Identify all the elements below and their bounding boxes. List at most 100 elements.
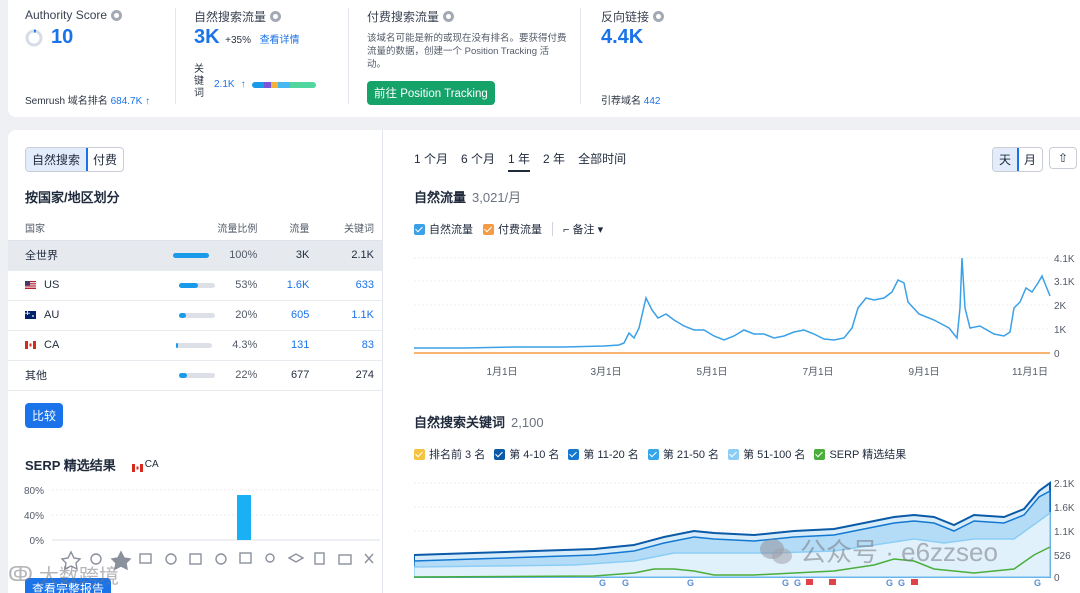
keywords-count[interactable]: 83 (362, 339, 374, 351)
svg-text:G: G (794, 578, 801, 588)
share-bar (179, 282, 216, 288)
legend-4-10[interactable]: 第 4-10 名 (494, 446, 559, 462)
organic-keywords-title: 自然搜索关键词 (414, 415, 506, 430)
legend-paid[interactable]: 付费流量 (483, 221, 542, 237)
table-row[interactable]: AU 20% 605 1.1K (8, 300, 382, 331)
keywords-legend: 排名前 3 名 第 4-10 名 第 11-20 名 第 21-50 名 第 5… (414, 446, 906, 462)
traffic-value[interactable]: 1.6K (287, 279, 310, 291)
notes-dropdown[interactable]: ⌐ 备注 ▾ (563, 221, 603, 237)
info-icon[interactable] (270, 11, 282, 22)
granularity-toggle: 天 月 (992, 147, 1044, 172)
organic-traffic-chart: 4.1K 3.1K 2K 1K 0 1月1日 3月1日 5月1日 7月1日 9月… (414, 254, 1075, 378)
share-value: 53% (235, 279, 258, 291)
organic-paid-toggle: 自然搜索 付费 (25, 147, 125, 172)
checkbox-icon (568, 448, 580, 460)
semrush-rank-value[interactable]: 684.7K (111, 96, 143, 107)
keywords-count[interactable]: 633 (356, 279, 374, 291)
main-panel: 自然搜索 付费 按国家/地区划分 国家 流量比例 流量 关键词 全世界 100% 3… (8, 130, 1080, 593)
checkbox-icon (483, 223, 494, 235)
svg-text:G: G (898, 578, 905, 588)
legend-11-20[interactable]: 第 11-20 名 (568, 446, 639, 462)
referring-domains-value[interactable]: 442 (644, 96, 661, 107)
col-keywords: 关键词 (317, 216, 382, 241)
info-icon[interactable] (443, 11, 455, 22)
view-details-link[interactable]: 查看详情 (260, 35, 300, 46)
wechat-icon (760, 538, 792, 564)
col-traffic: 流量 (265, 216, 318, 241)
geo-table: 国家 流量比例 流量 关键词 全世界 100% 3K 2.1K US 53% 1.6K 633… (8, 216, 382, 391)
country-name: 其他 (25, 370, 47, 382)
geo-title: 按国家/地区划分 (25, 190, 120, 205)
backlinks-value[interactable]: 4.4K (601, 26, 643, 49)
granularity-day[interactable]: 天 (993, 148, 1020, 171)
table-row[interactable]: US 53% 1.6K 633 (8, 270, 382, 301)
period-2y[interactable]: 2 年 (543, 150, 565, 172)
compare-button[interactable]: 比较 (25, 403, 64, 428)
period-1y[interactable]: 1 年 (508, 150, 531, 172)
period-6m[interactable]: 6 个月 (461, 150, 495, 172)
table-row[interactable]: 全世界 100% 3K 2.1K (8, 240, 382, 271)
legend-51-100[interactable]: 第 51-100 名 (728, 446, 805, 462)
legend-top3[interactable]: 排名前 3 名 (414, 446, 485, 462)
traffic-value[interactable]: 131 (291, 339, 309, 351)
country-name: CA (44, 339, 60, 351)
legend-organic[interactable]: 自然流量 (414, 221, 473, 237)
table-row[interactable]: 其他 22% 677 274 (8, 360, 382, 391)
organic-traffic-value[interactable]: 3K (194, 26, 220, 48)
organic-traffic-subtitle: 3,021/月 (472, 190, 522, 205)
share-bar (179, 312, 216, 318)
divider (382, 130, 383, 593)
period-selector: 1 个月 6 个月 1 年 2 年 全部时间 (414, 150, 626, 172)
table-row[interactable]: CA 4.3% 131 83 (8, 330, 382, 361)
svg-text:G: G (599, 578, 606, 588)
legend-serp[interactable]: SERP 精选结果 (814, 446, 906, 462)
google-update-markers: GGG GGGGG (599, 578, 1041, 588)
keywords-ytick: 1.1K (1054, 527, 1075, 538)
period-1m[interactable]: 1 个月 (414, 150, 448, 172)
info-icon[interactable] (111, 9, 123, 21)
xtick: 9月1日 (908, 366, 939, 378)
position-tracking-button[interactable]: 前往 Position Tracking (367, 81, 495, 105)
authority-gauge-icon (25, 29, 43, 46)
legend-21-50[interactable]: 第 21-50 名 (647, 446, 719, 462)
traffic-value[interactable]: 605 (291, 309, 309, 321)
organic-keywords-subtitle: 2,100 (511, 415, 544, 430)
info-icon[interactable] (653, 11, 665, 22)
keywords-value[interactable]: 2.1K (214, 79, 235, 90)
keywords-ytick: 526 (1054, 551, 1071, 562)
rank-up-arrow-icon: ↑ (145, 96, 151, 107)
authority-score-value[interactable]: 10 (51, 26, 73, 49)
share-value: 4.3% (232, 339, 258, 351)
keywords-ytick: 1.6K (1054, 503, 1075, 514)
share-value: 22% (235, 369, 258, 381)
brand-logo-icon: ↂ (8, 564, 33, 586)
traffic-value: 677 (291, 369, 310, 381)
export-button[interactable]: ⇧ (1049, 147, 1078, 169)
brand-watermark: ↂ 大数跨境 (8, 564, 119, 588)
serp-ytick: 40% (24, 511, 44, 522)
serp-bar[interactable] (237, 495, 251, 540)
organic-traffic-card: 自然搜索流量 3K +35% 查看详情 关 键 词 2.1K ↑ (194, 0, 354, 117)
keywords-count[interactable]: 1.1K (351, 309, 374, 321)
paid-traffic-card: 付费搜索流量 该域名可能是新的或现在没有排名。要获得付费流量的数据，创建一个 P… (367, 0, 577, 117)
toggle-organic[interactable]: 自然搜索 (26, 148, 89, 171)
traffic-ytick: 4.1K (1054, 254, 1075, 265)
svg-text:G: G (622, 578, 629, 588)
svg-text:G: G (886, 578, 893, 588)
organic-traffic-line[interactable] (414, 257, 1051, 349)
period-all[interactable]: 全部时间 (578, 150, 626, 172)
serp-ytick: 80% (24, 486, 44, 497)
checkbox-icon (494, 448, 506, 460)
col-share: 流量比例 (108, 216, 266, 241)
authority-score-label: Authority Score (25, 8, 108, 22)
keyword-distribution-bar (251, 81, 316, 88)
xtick: 7月1日 (802, 366, 833, 378)
checkbox-icon (414, 223, 425, 235)
toggle-paid[interactable]: 付费 (87, 148, 123, 171)
traffic-value: 3K (295, 249, 310, 261)
paid-traffic-description: 该域名可能是新的或现在没有排名。要获得付费流量的数据，创建一个 Position… (367, 33, 567, 70)
granularity-month[interactable]: 月 (1018, 148, 1042, 171)
referring-domains-label: 引荐域名 (601, 96, 641, 107)
paid-traffic-label: 付费搜索流量 (367, 10, 440, 24)
divider (552, 222, 553, 236)
